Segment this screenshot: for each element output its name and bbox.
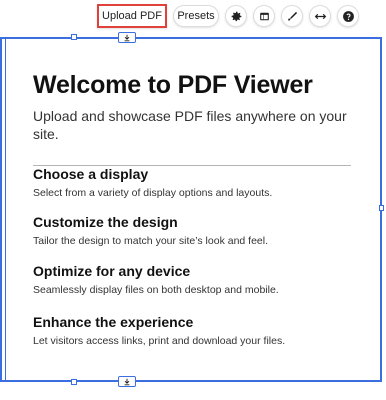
feature-item: Enhance the experience Let visitors acce… bbox=[33, 313, 285, 348]
layout-icon bbox=[259, 12, 269, 20]
design-button[interactable] bbox=[281, 5, 303, 27]
feature-item: Choose a display Select from a variety o… bbox=[33, 165, 272, 200]
feature-title: Optimize for any device bbox=[33, 263, 191, 279]
feature-description: Seamlessly display files on both desktop… bbox=[33, 284, 279, 296]
upload-pdf-button[interactable]: Upload PDF bbox=[97, 4, 167, 28]
stretch-icon bbox=[314, 13, 326, 19]
download-arrow-icon bbox=[124, 378, 130, 385]
feature-item: Customize the design Tailor the design t… bbox=[33, 213, 268, 248]
presets-button[interactable]: Presets bbox=[173, 5, 219, 27]
feature-description: Select from a variety of display options… bbox=[33, 187, 273, 199]
page-subtitle: Upload and showcase PDF files anywhere o… bbox=[33, 108, 347, 142]
feature-title: Choose a display bbox=[33, 166, 149, 182]
page-title: Welcome to PDF Viewer bbox=[33, 71, 313, 99]
feature-item: Optimize for any device Seamlessly displ… bbox=[33, 262, 279, 297]
feature-title: Customize the design bbox=[33, 214, 178, 230]
feature-title: Enhance the experience bbox=[33, 314, 194, 330]
download-arrow-icon bbox=[124, 34, 130, 41]
stretch-button[interactable] bbox=[309, 5, 331, 27]
pen-icon bbox=[287, 11, 297, 21]
feature-description: Let visitors access links, print and dow… bbox=[33, 335, 286, 347]
resize-handle-right[interactable] bbox=[379, 205, 384, 211]
settings-button[interactable] bbox=[225, 5, 247, 27]
feature-description: Tailor the design to match your site’s l… bbox=[33, 235, 269, 247]
resize-handle-bottom-left[interactable] bbox=[71, 379, 77, 385]
help-button[interactable] bbox=[337, 5, 359, 27]
help-icon bbox=[342, 10, 354, 22]
frame-edge bbox=[1, 39, 6, 380]
anchor-top-button[interactable] bbox=[118, 32, 136, 43]
layout-button[interactable] bbox=[253, 5, 275, 27]
resize-handle-top-left[interactable] bbox=[71, 34, 77, 40]
element-toolbar: Upload PDF Presets bbox=[97, 4, 359, 28]
anchor-bottom-button[interactable] bbox=[118, 376, 136, 387]
pdf-viewer-placeholder: Welcome to PDF Viewer Upload and showcas… bbox=[33, 70, 363, 166]
gear-icon bbox=[231, 11, 241, 21]
